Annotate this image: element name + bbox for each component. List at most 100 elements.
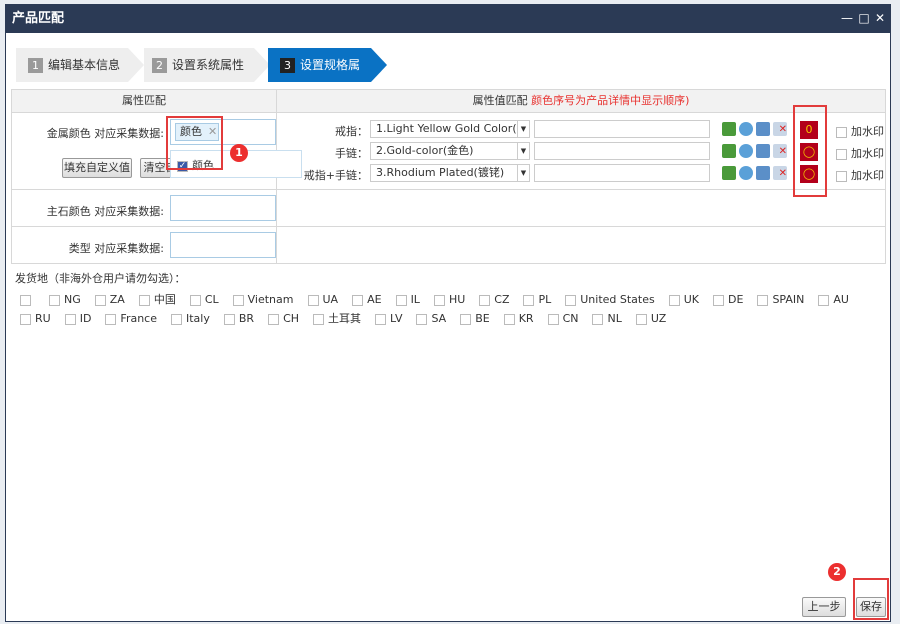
checkbox-icon [189,294,201,306]
checkbox-icon [836,148,847,160]
watermark-checkbox[interactable]: 加水印 [836,123,884,139]
checkbox-icon [352,294,364,306]
network-image-icon[interactable] [739,144,753,158]
option-label: UA [322,293,339,306]
close-button[interactable]: ✕ [873,11,887,25]
option-label: UZ [650,312,667,325]
step-3-active[interactable]: 3设置规格属性 [268,48,387,106]
watermark-checkbox[interactable]: 加水印 [836,145,884,161]
shipping-option[interactable]: 中国 [138,290,176,309]
shipping-option[interactable]: Italy [171,309,210,328]
checkbox-icon [668,294,680,306]
dialog-title: 产品匹配 [12,11,65,26]
option-label: DE [728,293,744,306]
checkbox-icon [268,313,280,325]
checkbox-icon [416,313,428,325]
network-image-icon[interactable] [739,166,753,180]
custom-value-input[interactable] [534,120,710,138]
shipping-option[interactable]: KR [503,309,534,328]
shipping-option[interactable]: UZ [635,309,667,328]
checkbox-icon [713,294,725,306]
header-text: 属性匹配 [122,94,166,107]
shipping-option[interactable]: Vietnam [232,290,294,309]
shipping-option[interactable]: DE [713,290,743,309]
option-label: CZ [494,293,510,306]
option-label: CL [204,293,219,306]
step-2[interactable]: 2 设置系统属性 [144,48,270,82]
attribute-match-header: 属性匹配 [11,89,277,113]
checkbox-label: 加水印 [851,147,884,160]
option-label: NG [64,293,81,306]
checkbox-icon [479,294,491,306]
shipping-option[interactable]: IL [395,290,420,309]
checkbox-icon [757,294,769,306]
option-label: CH [283,312,300,325]
shipping-option[interactable]: United States [565,290,655,309]
watermark-checkbox[interactable]: 加水印 [836,167,884,183]
upload-image-icon[interactable] [722,144,736,158]
option-label: RU [35,312,51,325]
checkbox-icon [635,313,647,325]
shipping-option[interactable]: France [105,309,157,328]
shipping-option[interactable]: AU [818,290,849,309]
shipping-option[interactable]: UK [668,290,699,309]
custom-value-input[interactable] [534,142,710,160]
delete-image-icon[interactable]: ✕ [773,166,787,180]
shipping-option[interactable]: BE [460,309,490,328]
shipping-option[interactable]: ZA [94,290,125,309]
prev-step-button[interactable]: 上一步 [802,597,846,617]
minimize-button[interactable]: — [840,11,854,25]
shipping-option[interactable] [20,290,35,309]
option-label: AE [367,293,382,306]
shipping-option[interactable]: NL [592,309,622,328]
value-select[interactable]: 2.Gold-color(金色) ▼ [370,142,530,160]
option-label: BR [238,312,255,325]
option-label: ID [79,312,92,325]
shipping-option[interactable]: PL [523,290,551,309]
copy-image-icon[interactable] [756,166,770,180]
checkbox-icon [20,313,31,325]
option-label: 土耳其 [328,312,362,325]
shipping-option[interactable]: RU [20,309,51,328]
value-select[interactable]: 1.Light Yellow Gold Color(浅 ▼ [370,120,530,138]
shipping-option[interactable]: 土耳其 [313,309,361,328]
copy-image-icon[interactable] [756,122,770,136]
shipping-option[interactable]: CN [547,309,578,328]
upload-image-icon[interactable] [722,166,736,180]
shipping-option[interactable]: LV [375,309,402,328]
copy-image-icon[interactable] [756,144,770,158]
delete-image-icon[interactable]: ✕ [773,144,787,158]
shipping-option[interactable]: CL [189,290,219,309]
shipping-option[interactable]: BR [223,309,255,328]
shipping-option[interactable]: UA [307,290,339,309]
fill-custom-button[interactable]: 填充自定义值 [62,158,132,178]
option-label: BE [475,312,490,325]
row-stone-color: 主石颜色 对应采集数据: [11,189,277,227]
step-1[interactable]: 1 编辑基本信息 [16,48,144,82]
shipping-option[interactable]: NG [49,290,81,309]
shipping-option[interactable]: ID [64,309,92,328]
shipping-option[interactable]: CZ [479,290,509,309]
shipping-option[interactable]: HU [433,290,465,309]
upload-image-icon[interactable] [722,122,736,136]
custom-value-input[interactable] [534,164,710,182]
annotation-box-thumbs [793,105,827,197]
step-label: 编辑基本信息 [48,58,121,72]
shipping-option[interactable]: SA [416,309,446,328]
delete-image-icon[interactable]: ✕ [773,122,787,136]
network-image-icon[interactable] [739,122,753,136]
option-label: IL [410,293,420,306]
value-select[interactable]: 3.Rhodium Plated(镀铑) ▼ [370,164,530,182]
type-select[interactable] [170,232,276,258]
checkbox-icon [223,313,235,325]
maximize-button[interactable]: □ [857,11,871,25]
checkbox-icon [565,294,577,306]
shipping-option[interactable]: AE [352,290,382,309]
checkbox-icon [460,313,472,325]
selected-value: 2.Gold-color(金色) [376,144,474,157]
shipping-label: 发货地（非海外仓用户请勿勾选）： [15,272,186,285]
shipping-option[interactable]: CH [268,309,299,328]
shipping-option[interactable]: SPAIN [757,290,804,309]
row-label: 类型 对应采集数据: [68,242,164,255]
stone-color-select[interactable] [170,195,276,221]
